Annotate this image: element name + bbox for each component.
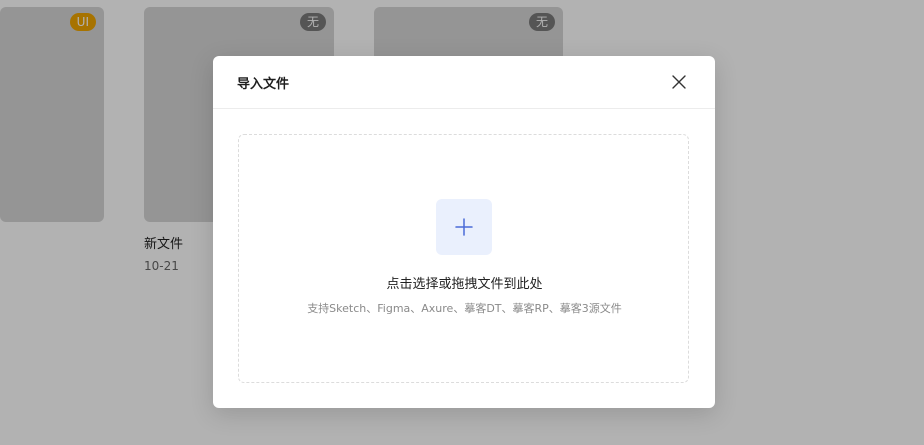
add-file-button[interactable] — [436, 199, 492, 255]
close-icon — [672, 75, 686, 89]
dialog-title: 导入文件 — [237, 77, 290, 92]
dropzone-subtitle: 支持Sketch、Figma、Axure、摹客DT、摹客RP、摹客3源文件 — [307, 302, 622, 315]
import-file-dialog: 导入文件 点击选择或拖拽文件到此处 支持Sketch、Figma、Axure、摹… — [213, 56, 715, 408]
file-dropzone[interactable]: 点击选择或拖拽文件到此处 支持Sketch、Figma、Axure、摹客DT、摹… — [238, 134, 689, 383]
close-button[interactable] — [667, 70, 691, 94]
dropzone-title: 点击选择或拖拽文件到此处 — [386, 277, 543, 292]
dialog-header: 导入文件 — [213, 56, 715, 109]
plus-icon — [455, 218, 473, 236]
